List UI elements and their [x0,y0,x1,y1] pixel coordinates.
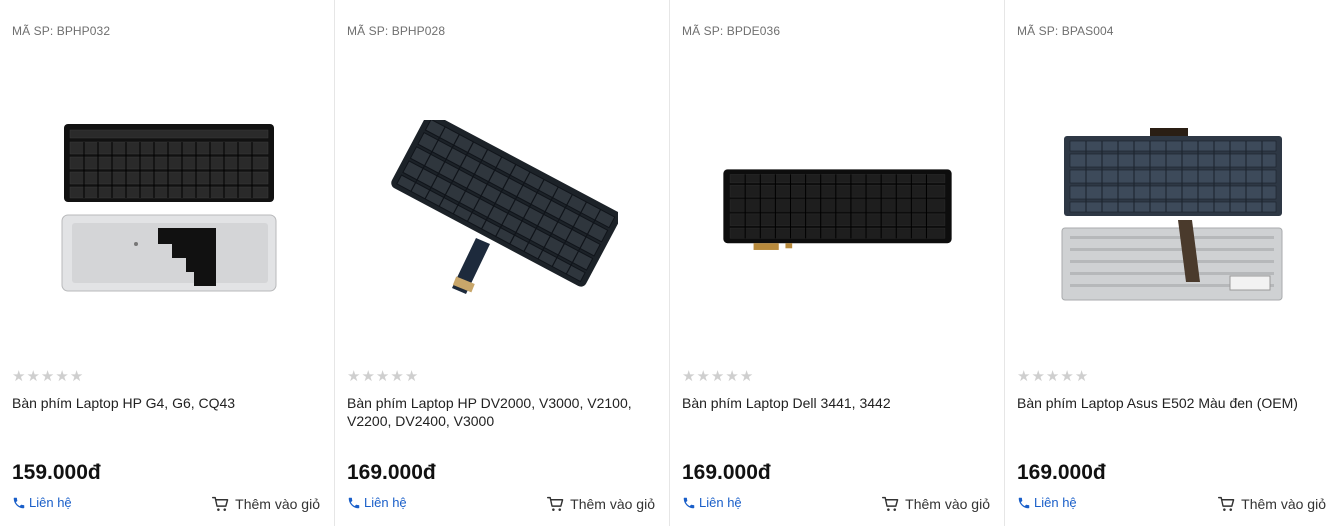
add-to-cart-label: Thêm vào giỏ [235,496,320,512]
product-price: 169.000đ [347,461,436,484]
keyboard-front-back-icon [61,124,276,292]
phone-icon [348,497,360,508]
product-price: 169.000đ [1017,461,1106,484]
add-to-cart-label: Thêm vào giỏ [570,496,655,512]
rating-stars: ★ ★ ★ ★ ★ [347,369,418,384]
add-to-cart-button[interactable]: Thêm vào giỏ [547,496,655,512]
cart-icon [882,496,899,511]
star-empty-icon: ★ [682,368,696,385]
rating-stars: ★ ★ ★ ★ ★ [1017,369,1088,384]
star-empty-icon: ★ [710,368,725,385]
star-empty-icon: ★ [390,368,404,385]
star-empty-icon: ★ [40,368,55,385]
star-empty-icon: ★ [1060,368,1074,385]
star-empty-icon: ★ [361,368,375,385]
star-empty-icon: ★ [1031,368,1045,385]
keyboard-backlit-icon [723,168,952,250]
contact-label: Liên hệ [699,495,742,510]
product-sku: MÃ SP: BPAS004 [1017,24,1114,38]
product-grid: MÃ SP: BPHP032 ★ ★ ★ ★ ★ Bàn phím Laptop… [0,0,1338,526]
product-price: 169.000đ [682,461,771,484]
add-to-cart-button[interactable]: Thêm vào giỏ [882,496,990,512]
product-card[interactable]: MÃ SP: BPDE036 ★ ★ ★ ★ ★ Bàn phím Laptop… [670,0,1005,526]
product-card[interactable]: MÃ SP: BPAS004 ★ ★ ★ ★ ★ Bàn phím Laptop… [1005,0,1338,526]
contact-label: Liên hệ [1034,495,1077,510]
contact-link[interactable]: Liên hệ [1017,495,1077,510]
star-empty-icon: ★ [375,368,390,385]
product-image[interactable] [385,100,620,315]
keyboard-front-back-icon [1057,107,1288,308]
product-sku: MÃ SP: BPHP032 [12,24,111,38]
star-empty-icon: ★ [725,368,739,385]
add-to-cart-label: Thêm vào giỏ [1241,496,1326,512]
star-empty-icon: ★ [1074,368,1089,385]
cart-icon [212,496,229,511]
product-name[interactable]: Bàn phím Laptop HP DV2000, V3000, V2100,… [347,394,647,430]
phone-icon [1018,497,1030,508]
star-empty-icon: ★ [1017,368,1031,385]
contact-link[interactable]: Liên hệ [682,495,742,510]
product-name[interactable]: Bàn phím Laptop Dell 3441, 3442 [682,394,982,412]
cart-icon [1218,496,1235,511]
product-sku: MÃ SP: BPDE036 [682,24,781,38]
keyboard-angled-icon [387,120,618,295]
star-empty-icon: ★ [696,368,710,385]
contact-label: Liên hệ [364,495,407,510]
add-to-cart-button[interactable]: Thêm vào giỏ [212,496,320,512]
add-to-cart-button[interactable]: Thêm vào giỏ [1218,496,1326,512]
star-empty-icon: ★ [12,368,26,385]
star-empty-icon: ★ [26,368,40,385]
product-card[interactable]: MÃ SP: BPHP028 ★ ★ ★ ★ ★ Bàn phím Laptop… [335,0,670,526]
product-card[interactable]: MÃ SP: BPHP032 ★ ★ ★ ★ ★ Bàn phím Laptop… [0,0,335,526]
rating-stars: ★ ★ ★ ★ ★ [12,369,83,384]
contact-label: Liên hệ [29,495,72,510]
star-empty-icon: ★ [1045,368,1060,385]
star-empty-icon: ★ [404,368,419,385]
star-empty-icon: ★ [739,368,754,385]
contact-link[interactable]: Liên hệ [347,495,407,510]
product-name[interactable]: Bàn phím Laptop HP G4, G6, CQ43 [12,394,312,412]
star-empty-icon: ★ [69,368,84,385]
phone-icon [13,497,25,508]
star-empty-icon: ★ [55,368,69,385]
rating-stars: ★ ★ ★ ★ ★ [682,369,753,384]
cart-icon [547,496,564,511]
phone-icon [683,497,695,508]
contact-link[interactable]: Liên hệ [12,495,72,510]
product-name[interactable]: Bàn phím Laptop Asus E502 Màu đen (OEM) [1017,394,1317,412]
product-image[interactable] [720,100,955,315]
star-empty-icon: ★ [347,368,361,385]
product-image[interactable] [50,100,285,315]
add-to-cart-label: Thêm vào giỏ [905,496,990,512]
product-price: 159.000đ [12,461,101,484]
product-sku: MÃ SP: BPHP028 [347,24,446,38]
product-image[interactable] [1055,100,1290,315]
